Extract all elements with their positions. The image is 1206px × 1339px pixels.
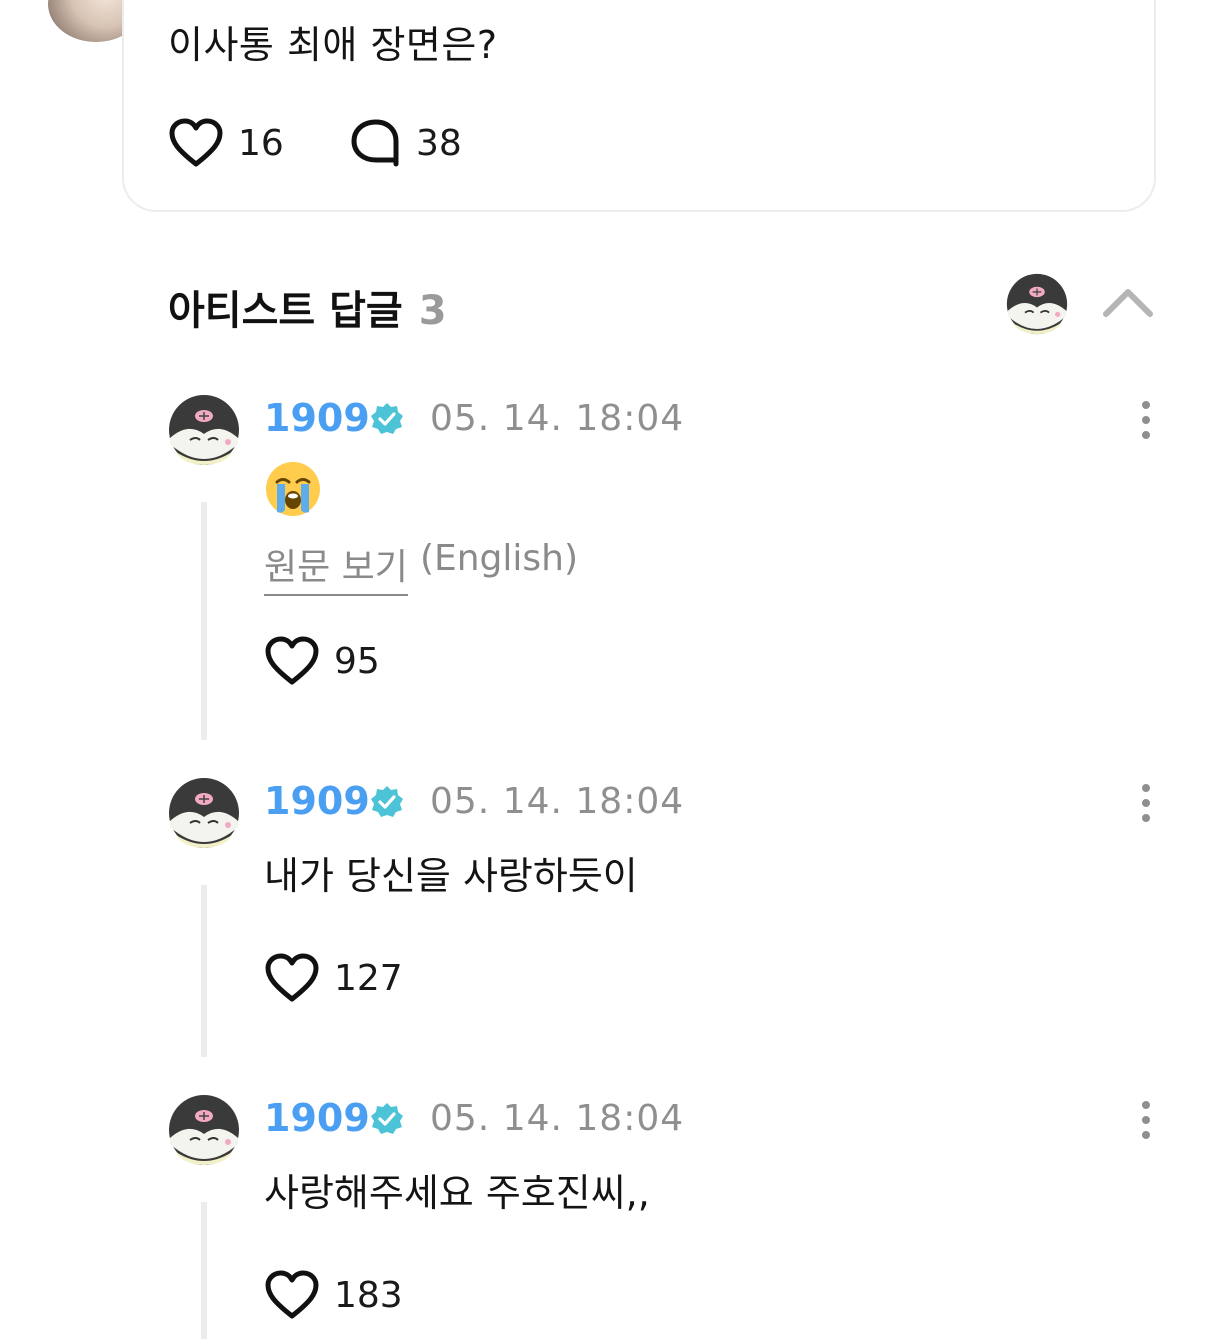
heart-icon bbox=[168, 118, 224, 168]
reply-username[interactable]: 1909 bbox=[264, 396, 370, 440]
reply-like-count: 95 bbox=[334, 640, 380, 682]
verified-badge-icon bbox=[371, 786, 403, 817]
artist-avatar[interactable] bbox=[1006, 273, 1068, 335]
chevron-up-icon[interactable] bbox=[1100, 282, 1156, 324]
reply-text: 내가 당신을 사랑하듯이 bbox=[264, 854, 638, 898]
reply-username[interactable]: 1909 bbox=[264, 1096, 370, 1140]
reply-item: 1909 05. 14. 18:04 내가 당신을 사랑하듯이 127 bbox=[0, 777, 1206, 1061]
more-vertical-icon[interactable] bbox=[1134, 783, 1158, 823]
loudly-crying-face-emoji bbox=[266, 462, 320, 516]
heart-icon bbox=[264, 1270, 320, 1320]
reply-username[interactable]: 1909 bbox=[264, 779, 370, 823]
more-vertical-icon[interactable] bbox=[1134, 1100, 1158, 1140]
reply-timestamp: 05. 14. 18:04 bbox=[430, 1098, 685, 1139]
thread-line bbox=[201, 885, 207, 1057]
reply-like-button[interactable]: 95 bbox=[264, 636, 380, 686]
speech-bubble-icon bbox=[351, 119, 399, 167]
post-like-button[interactable]: 16 bbox=[168, 118, 284, 168]
thread-line bbox=[201, 1202, 207, 1339]
reply-item: 1909 05. 14. 18:04 원문 보기 (English) 95 bbox=[0, 394, 1206, 744]
post-like-count: 16 bbox=[238, 122, 284, 164]
thread-line bbox=[201, 502, 207, 740]
reply-timestamp: 05. 14. 18:04 bbox=[430, 398, 685, 439]
reply-like-button[interactable]: 183 bbox=[264, 1270, 403, 1320]
artist-replies-title: 아티스트 답글 bbox=[168, 288, 403, 334]
heart-icon bbox=[264, 636, 320, 686]
reply-like-count: 183 bbox=[334, 1274, 403, 1316]
post-comment-button[interactable]: 38 bbox=[350, 118, 462, 168]
reply-item: 1909 05. 14. 18:04 사랑해주세요 주호진씨,, 183 bbox=[0, 1094, 1206, 1339]
view-original-link[interactable]: 원문 보기 bbox=[264, 538, 408, 596]
original-language-label: (English) bbox=[419, 538, 579, 579]
verified-badge-icon bbox=[371, 1103, 403, 1134]
artist-replies-count: 3 bbox=[418, 288, 447, 334]
more-vertical-icon[interactable] bbox=[1134, 400, 1158, 440]
artist-replies-header: 아티스트 답글 3 bbox=[168, 278, 447, 336]
post-text: 이사통 최애 장면은? bbox=[168, 23, 498, 67]
reply-like-button[interactable]: 127 bbox=[264, 953, 403, 1003]
reply-avatar[interactable] bbox=[168, 777, 240, 849]
reply-text: 사랑해주세요 주호진씨,, bbox=[264, 1171, 650, 1215]
translate-row: 원문 보기 (English) bbox=[264, 538, 578, 596]
reply-avatar[interactable] bbox=[168, 394, 240, 466]
verified-badge-icon bbox=[371, 403, 403, 434]
heart-icon bbox=[264, 953, 320, 1003]
post-comment-count: 38 bbox=[416, 122, 462, 164]
reply-avatar[interactable] bbox=[168, 1094, 240, 1166]
reply-like-count: 127 bbox=[334, 957, 403, 999]
reply-timestamp: 05. 14. 18:04 bbox=[430, 781, 685, 822]
